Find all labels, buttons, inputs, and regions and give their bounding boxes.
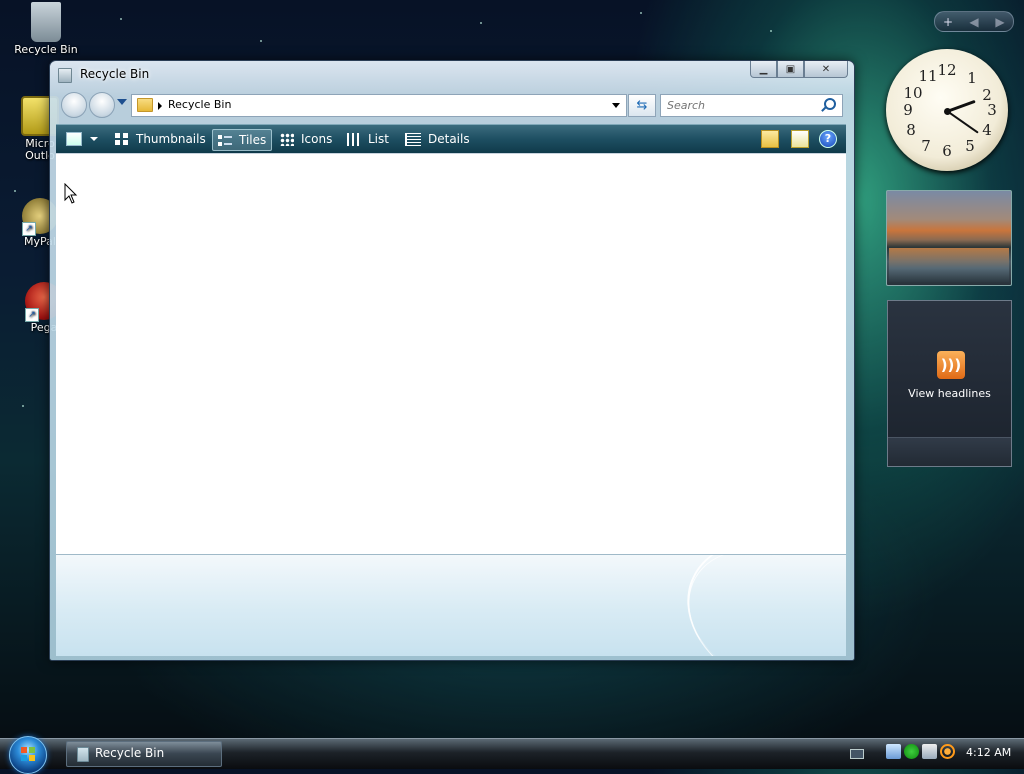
file-list-area[interactable]	[56, 153, 846, 554]
star	[22, 405, 24, 407]
clock-number: 8	[906, 121, 916, 139]
clock-number: 11	[918, 67, 938, 85]
recycle-bin-icon	[31, 2, 61, 42]
clock-center	[944, 108, 951, 115]
icons-button[interactable]: Icons	[280, 129, 332, 149]
icons-view-icon	[280, 132, 294, 146]
thumbnails-button[interactable]: Thumbnails	[115, 129, 206, 149]
slideshow-image	[889, 248, 1009, 282]
clock-number: 10	[903, 84, 923, 102]
clock-number: 7	[921, 137, 931, 155]
breadcrumb-arrow-icon[interactable]	[158, 102, 162, 110]
minute-hand	[946, 110, 979, 134]
address-dropdown-icon[interactable]	[612, 103, 620, 108]
list-view-icon	[347, 132, 361, 146]
command-toolbar: Thumbnails Tiles Icons List Details ?	[56, 124, 846, 153]
close-button[interactable]: ✕	[804, 61, 848, 78]
details-button[interactable]: Details	[405, 129, 470, 149]
clock-number: 5	[965, 137, 975, 155]
slideshow-gadget[interactable]	[886, 190, 1012, 286]
folder-icon	[137, 98, 153, 112]
rss-feed-icon: )))	[937, 351, 965, 379]
maximize-icon: ▣	[785, 63, 796, 75]
title-bar[interactable]: Recycle Bin ▁ ▣ ✕	[50, 61, 854, 87]
help-icon[interactable]: ?	[819, 130, 837, 148]
forward-button[interactable]	[89, 92, 115, 118]
start-button[interactable]	[9, 736, 47, 774]
star	[640, 12, 642, 14]
clock-number: 6	[942, 142, 952, 160]
refresh-icon: ⇆	[636, 98, 648, 113]
recent-pages-chevron-icon[interactable]	[117, 99, 127, 105]
search-input[interactable]	[665, 95, 819, 116]
taskbar-button-recycle-bin[interactable]: Recycle Bin	[66, 741, 222, 767]
clock-number: 1	[967, 69, 977, 87]
star	[480, 22, 482, 24]
minimize-icon: ▁	[759, 63, 768, 75]
mouse-cursor-icon	[64, 183, 78, 204]
search-icon[interactable]	[824, 98, 836, 110]
desktop-icon-recycle-bin[interactable]: Recycle Bin	[8, 2, 84, 56]
add-gadget-button[interactable]: +	[935, 15, 961, 29]
feed-headlines-gadget[interactable]: ))) View headlines	[887, 300, 1012, 467]
list-label: List	[368, 132, 389, 146]
clock-gadget[interactable]: 12 1 2 3 4 5 6 7 8 9 10 11	[886, 49, 1008, 171]
new-folder-icon[interactable]	[761, 130, 779, 148]
system-tray	[886, 744, 955, 759]
tiles-button[interactable]: Tiles	[212, 129, 273, 151]
recycle-bin-icon	[77, 747, 89, 762]
tiles-icon	[218, 133, 232, 147]
search-tray-icon[interactable]	[940, 744, 955, 759]
details-label: Details	[428, 132, 470, 146]
star	[260, 40, 262, 42]
view-headlines-link[interactable]: View headlines	[888, 387, 1011, 400]
refresh-button[interactable]: ⇆	[628, 94, 656, 117]
minimize-button[interactable]: ▁	[750, 61, 777, 78]
icons-label: Icons	[301, 132, 333, 146]
window-title: Recycle Bin	[80, 67, 150, 81]
list-button[interactable]: List	[347, 129, 389, 149]
shortcut-arrow-icon: ↗	[22, 222, 36, 236]
clock-number: 9	[903, 101, 913, 119]
clock-number: 12	[937, 61, 957, 79]
thumbnails-icon	[115, 132, 129, 146]
details-pane	[56, 554, 846, 656]
keyboard-icon[interactable]	[850, 749, 864, 759]
star	[14, 190, 16, 192]
display-icon[interactable]	[922, 744, 937, 759]
maximize-button[interactable]: ▣	[777, 61, 804, 78]
security-check-icon[interactable]	[904, 744, 919, 759]
breadcrumb-recycle-bin[interactable]: Recycle Bin	[168, 98, 231, 111]
thumbnails-label: Thumbnails	[136, 132, 206, 146]
recycle-bin-icon	[58, 68, 72, 83]
tiles-label: Tiles	[239, 133, 267, 147]
clock-number: 4	[982, 121, 992, 139]
explorer-window: Recycle Bin ▁ ▣ ✕ Recycle Bin ⇆ Thumbnai…	[49, 60, 855, 661]
clock-number: 3	[987, 101, 997, 119]
desktop-icon-label: Recycle Bin	[14, 43, 78, 56]
feed-gadget-footer	[888, 437, 1011, 466]
caption-buttons: ▁ ▣ ✕	[750, 61, 848, 79]
search-box[interactable]	[660, 94, 843, 117]
taskbar-clock[interactable]: 4:12 AM	[966, 746, 1011, 759]
views-dropdown-icon[interactable]	[90, 137, 98, 141]
taskbar-button-label: Recycle Bin	[95, 746, 165, 760]
back-button[interactable]	[61, 92, 87, 118]
previous-page-button[interactable]: ◀	[961, 15, 987, 29]
shortcut-arrow-icon: ↗	[25, 308, 39, 322]
views-icon[interactable]	[66, 132, 82, 146]
next-page-button[interactable]: ▶	[987, 15, 1013, 29]
network-icon[interactable]	[886, 744, 901, 759]
star	[770, 30, 772, 32]
properties-icon[interactable]	[791, 130, 809, 148]
address-bar[interactable]: Recycle Bin	[131, 94, 627, 117]
details-view-icon	[405, 132, 421, 146]
star	[120, 18, 122, 20]
sidebar-controls: + ◀ ▶	[934, 11, 1014, 32]
close-icon: ✕	[821, 63, 831, 75]
